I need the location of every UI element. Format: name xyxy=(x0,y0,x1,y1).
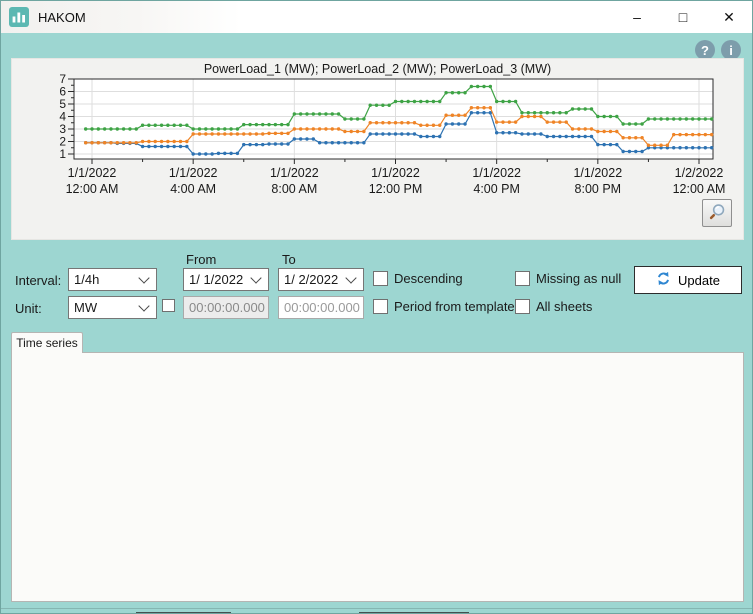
chart-panel: PowerLoad_1 (MW); PowerLoad_2 (MW); Powe… xyxy=(11,58,744,240)
svg-text:1/1/2022: 1/1/2022 xyxy=(270,166,319,180)
svg-text:7: 7 xyxy=(59,72,66,86)
chevron-down-icon xyxy=(138,300,149,311)
window-title: HAKOM xyxy=(38,10,86,25)
svg-text:6: 6 xyxy=(59,85,66,99)
descending-option: Descending xyxy=(373,271,463,286)
minimize-button[interactable]: – xyxy=(614,1,660,33)
descending-checkbox[interactable] xyxy=(373,271,388,286)
header-buttons: ? i xyxy=(695,40,741,60)
missing-as-null-checkbox-label: Missing as null xyxy=(536,271,621,286)
svg-text:8:00 AM: 8:00 AM xyxy=(271,182,317,196)
svg-text:12:00 AM: 12:00 AM xyxy=(66,182,119,196)
time-to-field[interactable]: 00:00:00.000 xyxy=(278,296,364,319)
svg-text:1/1/2022: 1/1/2022 xyxy=(169,166,218,180)
svg-text:12:00 PM: 12:00 PM xyxy=(369,182,423,196)
svg-text:1: 1 xyxy=(59,147,66,161)
hakom-window: HAKOM – □ ✕ ? i PowerLoad_1 (MW); PowerL… xyxy=(0,0,753,614)
help-button[interactable]: ? xyxy=(695,40,715,60)
svg-text:1/1/2022: 1/1/2022 xyxy=(68,166,117,180)
from-label: From xyxy=(186,252,216,267)
interval-label: Interval: xyxy=(15,273,61,288)
svg-text:8:00 PM: 8:00 PM xyxy=(575,182,622,196)
chevron-down-icon xyxy=(138,272,149,283)
bottom-divider xyxy=(1,608,753,609)
timeseries-chart: 1234567 1/1/2022 12:00 AM 1/1/2022 4:00 AM 1/… xyxy=(12,59,745,241)
period-from-template-checkbox-label: Period from template xyxy=(394,299,515,314)
descending-checkbox-label: Descending xyxy=(394,271,463,286)
chevron-down-icon xyxy=(250,272,261,283)
update-button[interactable]: Update xyxy=(634,266,742,294)
svg-text:4: 4 xyxy=(59,110,66,124)
unit-select[interactable]: MW xyxy=(68,296,157,319)
tab-time-series[interactable]: Time series xyxy=(11,332,83,353)
refresh-icon xyxy=(656,271,671,289)
time-enable-checkbox[interactable] xyxy=(162,299,175,312)
period-from-template-checkbox[interactable] xyxy=(373,299,388,314)
all-sheets-option: All sheets xyxy=(515,299,592,314)
all-sheets-checkbox[interactable] xyxy=(515,299,530,314)
unit-label: Unit: xyxy=(15,301,42,316)
chart-zoom-button[interactable] xyxy=(702,199,732,227)
missing-as-null-option: Missing as null xyxy=(515,271,621,286)
svg-text:4:00 AM: 4:00 AM xyxy=(170,182,216,196)
chevron-down-icon xyxy=(345,272,356,283)
window-controls: – □ ✕ xyxy=(614,1,752,33)
app-logo-icon xyxy=(9,7,29,27)
to-label: To xyxy=(282,252,296,267)
time-from-field: 00:00:00.000 xyxy=(183,296,269,319)
from-date-picker[interactable]: 1/ 1/2022 xyxy=(183,268,269,291)
missing-as-null-checkbox[interactable] xyxy=(515,271,530,286)
svg-text:12:00 AM: 12:00 AM xyxy=(673,182,726,196)
svg-text:2: 2 xyxy=(59,135,66,149)
svg-text:3: 3 xyxy=(59,122,66,136)
svg-text:5: 5 xyxy=(59,97,66,111)
interval-select[interactable]: 1/4h xyxy=(68,268,157,291)
info-button[interactable]: i xyxy=(721,40,741,60)
svg-text:1/2/2022: 1/2/2022 xyxy=(675,166,724,180)
update-button-label: Update xyxy=(678,273,720,288)
svg-text:1/1/2022: 1/1/2022 xyxy=(371,166,420,180)
period-from-template-option: Period from template xyxy=(373,299,515,314)
svg-text:1/1/2022: 1/1/2022 xyxy=(573,166,622,180)
all-sheets-checkbox-label: All sheets xyxy=(536,299,592,314)
svg-text:1/1/2022: 1/1/2022 xyxy=(472,166,521,180)
close-button[interactable]: ✕ xyxy=(706,1,752,33)
maximize-button[interactable]: □ xyxy=(660,1,706,33)
magnifier-icon xyxy=(709,203,726,223)
titlebar: HAKOM – □ ✕ xyxy=(1,1,752,33)
svg-text:4:00 PM: 4:00 PM xyxy=(473,182,520,196)
to-date-picker[interactable]: 1/ 2/2022 xyxy=(278,268,364,291)
time-series-tab-panel xyxy=(11,352,744,602)
